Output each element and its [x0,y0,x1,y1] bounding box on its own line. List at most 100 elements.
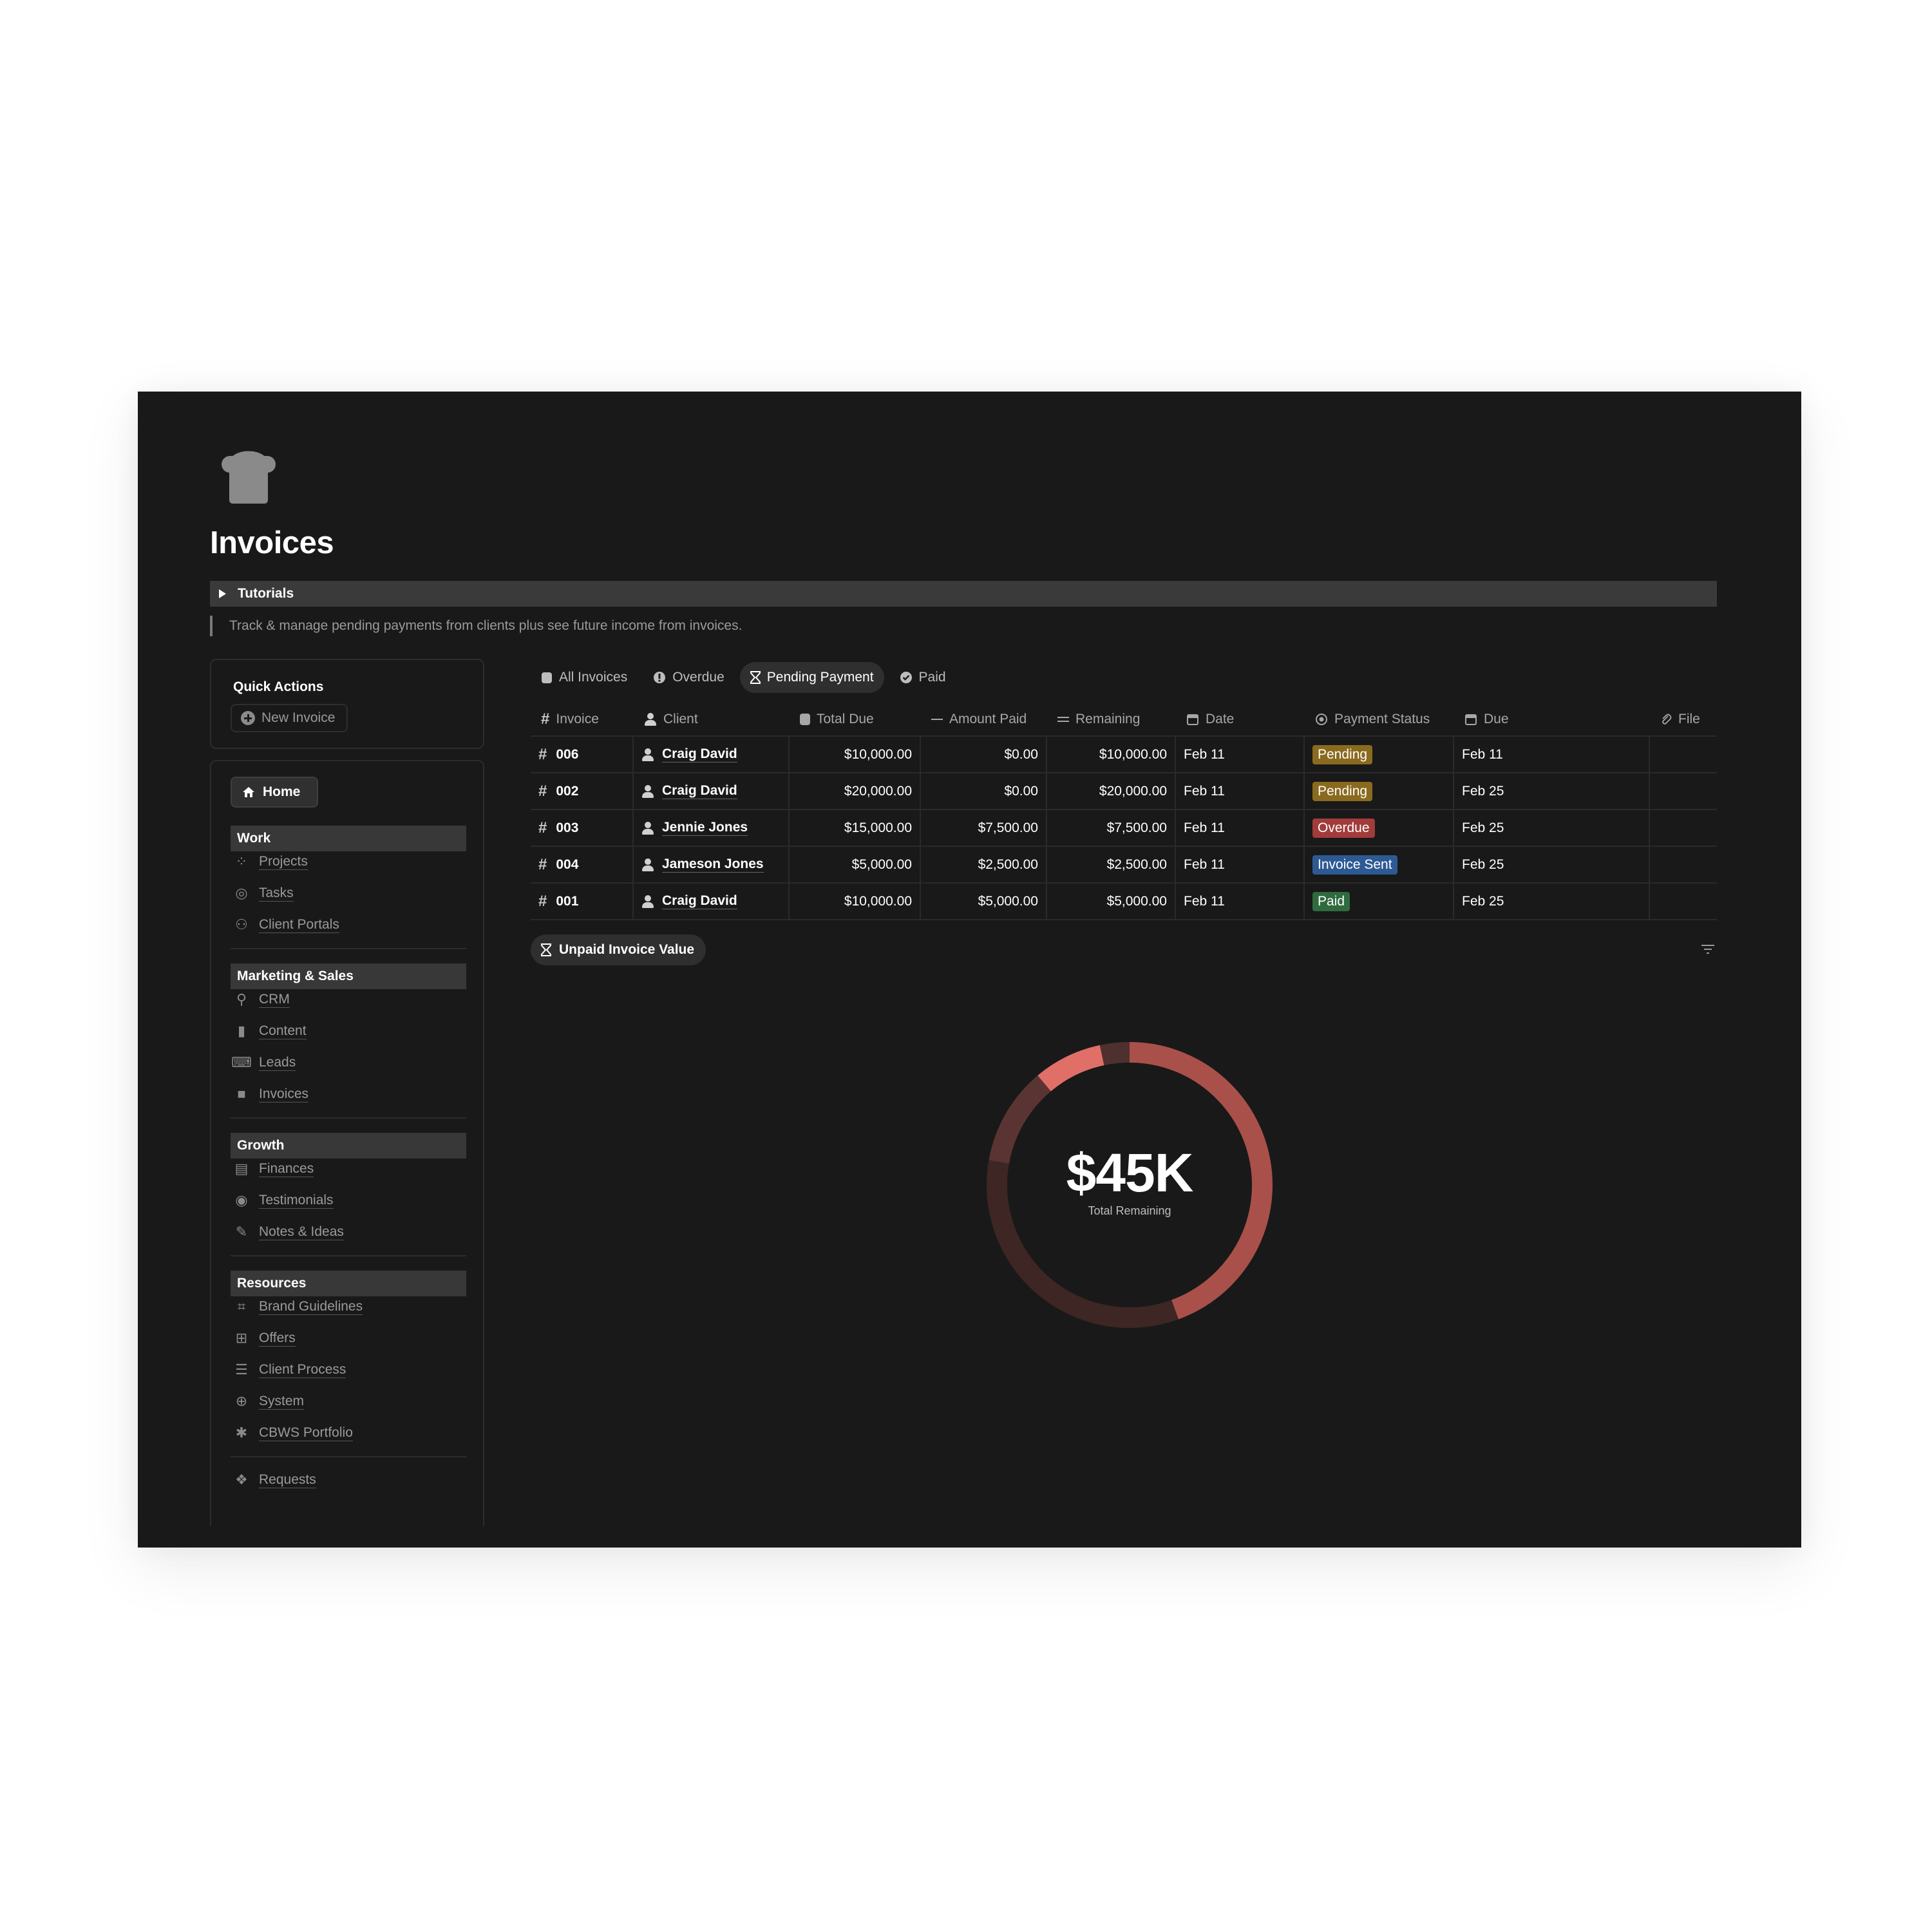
running-icon: ⚲ [236,991,247,1007]
tab-paid[interactable]: Paid [889,662,956,693]
cell-payment-status[interactable]: Paid [1305,884,1454,919]
cell-amount-paid: $0.00 [921,773,1047,809]
cell-due: Feb 25 [1454,847,1650,882]
table-row[interactable]: #006 Craig David $10,000.00 $0.00 $10,000.00… [531,737,1717,773]
filter-icon[interactable] [1701,944,1714,954]
cell-payment-status[interactable]: Pending [1305,773,1454,809]
cell-client[interactable]: Jameson Jones [634,847,790,882]
table-row[interactable]: #002 Craig David $20,000.00 $0.00 $20,000.00… [531,773,1717,810]
cell-client[interactable]: Craig David [634,737,790,772]
frame-icon: ⌗ [237,1298,246,1314]
unpaid-invoice-value-chip[interactable]: Unpaid Invoice Value [531,934,706,965]
cell-remaining: $20,000.00 [1047,773,1176,809]
hash-icon: # [541,710,550,728]
cell-client[interactable]: Jennie Jones [634,810,790,846]
hash-icon: # [538,892,547,910]
calendar-icon [1465,714,1477,725]
sidebar-item-content[interactable]: ▮ Content [233,1019,307,1043]
money-icon: ▤ [234,1160,249,1177]
donut-slice-4[interactable] [1099,1042,1130,1066]
sidebar-item-finances[interactable]: ▤ Finances [233,1157,314,1180]
compose-icon: ✎ [235,1224,248,1240]
sidebar-item-brand-guidelines[interactable]: ⌗ Brand Guidelines [233,1295,363,1318]
cell-amount-paid: $7,500.00 [921,810,1047,846]
new-invoice-button[interactable]: New Invoice [231,704,348,732]
new-invoice-label: New Invoice [261,710,336,725]
cell-payment-status[interactable]: Overdue [1305,810,1454,846]
cell-file[interactable] [1650,737,1717,772]
table-row[interactable]: #003 Jennie Jones $15,000.00 $7,500.00 $7,50… [531,810,1717,847]
cell-total-due: $10,000.00 [790,884,921,919]
tab-overdue[interactable]: Overdue [643,662,735,693]
cell-file[interactable] [1650,810,1717,846]
cell-remaining: $7,500.00 [1047,810,1176,846]
sidebar-item-client-portals[interactable]: ⚇ Client Portals [233,913,339,936]
sidebar-item-client-process[interactable]: ☰ Client Process [233,1358,346,1381]
sidebar-item-requests[interactable]: ❖ Requests [233,1468,316,1492]
col-date[interactable]: Date [1176,703,1305,735]
home-label: Home [263,784,301,799]
tutorials-toggle[interactable]: Tutorials [210,581,1717,607]
hourglass-icon [750,671,761,684]
quick-actions-panel: Quick Actions New Invoice [210,659,484,749]
globe-icon: ⊕ [235,1393,248,1409]
sidebar-item-offers[interactable]: ⊞ Offers [233,1327,296,1350]
cell-total-due: $20,000.00 [790,773,921,809]
table-row[interactable]: #001 Craig David $10,000.00 $5,000.00 $5,000… [531,884,1717,920]
app-window: Invoices Tutorials Track & manage pendin… [138,392,1801,1548]
cell-file[interactable] [1650,847,1717,882]
cell-amount-paid: $0.00 [921,737,1047,772]
total-remaining-value: $45K [1066,1142,1194,1203]
plus-circle-icon [241,711,255,725]
table-row[interactable]: #004 Jameson Jones $5,000.00 $2,500.00 $2,50… [531,847,1717,884]
col-total-due[interactable]: Total Due [790,703,921,735]
sidebar-item-notes-ideas[interactable]: ✎ Notes & Ideas [233,1220,344,1244]
col-client[interactable]: Client [634,703,790,735]
col-payment-status[interactable]: Payment Status [1305,703,1454,735]
col-due[interactable]: Due [1454,703,1650,735]
sidebar-nav: Home Work ⁘ Projects ◎ Tasks ⚇ Client Porta… [210,760,484,1526]
cell-client[interactable]: Craig David [634,773,790,809]
cell-client[interactable]: Craig David [634,884,790,919]
home-button[interactable]: Home [231,777,318,808]
hash-icon: # [538,782,547,800]
cell-remaining: $5,000.00 [1047,884,1176,919]
sidebar-item-projects[interactable]: ⁘ Projects [233,850,308,873]
col-invoice[interactable]: # Invoice [531,703,634,735]
user-circle-icon: ◉ [235,1192,248,1208]
cell-payment-status[interactable]: Pending [1305,737,1454,772]
page-title: Invoices [210,526,334,560]
sidebar-item-cbws-portfolio[interactable]: ✱ CBWS Portfolio [233,1421,353,1444]
person-icon [641,821,654,835]
col-file[interactable]: File [1650,703,1717,735]
status-circle-icon [1316,714,1327,725]
hash-icon: # [538,819,547,837]
tab-all-invoices[interactable]: All Invoices [531,662,638,693]
sidebar-item-leads[interactable]: ⌨ Leads [231,1051,296,1074]
table-header: # Invoice Client Total Due Amount Paid Re… [531,703,1717,737]
sidebar-item-invoices[interactable]: ■ Invoices [233,1083,309,1106]
section-work: Work [231,826,466,851]
sidebar-item-testimonials[interactable]: ◉ Testimonials [233,1189,334,1212]
bread-icon [542,672,552,683]
cell-total-due: $5,000.00 [790,847,921,882]
dog-icon: ❖ [235,1472,248,1488]
equals-icon [1057,717,1069,722]
status-badge: Pending [1312,781,1373,801]
status-badge: Invoice Sent [1312,855,1397,875]
person-icon [641,748,654,762]
donut-slice-3[interactable] [1037,1045,1104,1092]
cell-file[interactable] [1650,884,1717,919]
cell-payment-status[interactable]: Invoice Sent [1305,847,1454,882]
cell-due: Feb 11 [1454,737,1650,772]
col-amount-paid[interactable]: Amount Paid [921,703,1047,735]
cell-due: Feb 25 [1454,884,1650,919]
home-icon [243,787,254,797]
col-remaining[interactable]: Remaining [1047,703,1176,735]
tab-pending-payment[interactable]: Pending Payment [739,662,884,693]
sidebar-item-tasks[interactable]: ◎ Tasks [233,882,294,905]
quick-actions-title: Quick Actions [233,679,324,694]
sidebar-item-crm[interactable]: ⚲ CRM [233,988,290,1011]
cell-file[interactable] [1650,773,1717,809]
sidebar-item-system[interactable]: ⊕ System [233,1390,305,1413]
